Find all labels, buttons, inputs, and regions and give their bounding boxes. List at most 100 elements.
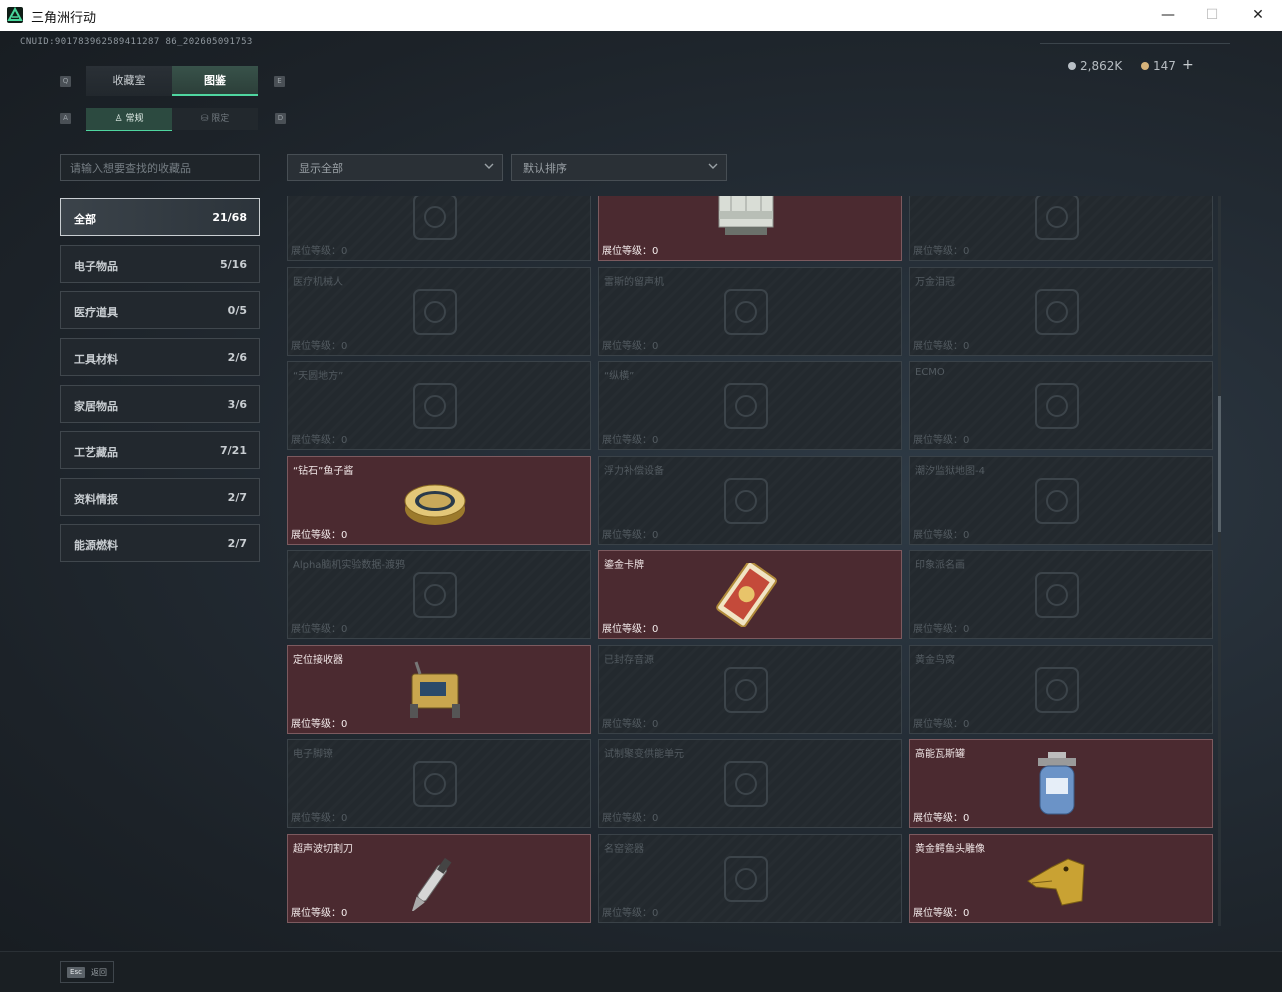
item-name: “钻石”鱼子酱 bbox=[293, 466, 354, 477]
item-name: 印象派名画 bbox=[915, 560, 965, 571]
battery-icon bbox=[711, 752, 781, 816]
collection-item-card[interactable]: 试制聚变供能单元 展位等级：0 bbox=[598, 739, 902, 828]
booth-level-label: 展位等级：0 bbox=[913, 435, 970, 446]
record-icon bbox=[711, 658, 781, 722]
collection-item-card[interactable]: 展位等级：0 bbox=[598, 196, 902, 261]
category-count: 3/6 bbox=[227, 398, 247, 411]
category-count: 2/6 bbox=[227, 351, 247, 364]
subtab-regular[interactable]: ♙ 常规 bbox=[86, 108, 172, 131]
booth-level-label: 展位等级：0 bbox=[913, 246, 970, 257]
sort-dropdown[interactable]: 默认排序 bbox=[511, 154, 727, 181]
header-divider bbox=[1040, 43, 1230, 44]
collection-item-card[interactable]: 超声波切割刀 展位等级：0 bbox=[287, 834, 591, 923]
collection-item-card[interactable]: 潮汐监狱地图-4 展位等级：0 bbox=[909, 456, 1213, 545]
booth-level-label: 展位等级：0 bbox=[913, 530, 970, 541]
collection-item-card[interactable]: 黄金鳄鱼头雕像 展位等级：0 bbox=[909, 834, 1213, 923]
collection-item-card[interactable]: 电子脚镣 展位等级：0 bbox=[287, 739, 591, 828]
item-name: Alpha脑机实验数据-渡鸦 bbox=[293, 560, 406, 571]
item-name: 超声波切割刀 bbox=[293, 844, 353, 855]
category-intel[interactable]: 资料情报 2/7 bbox=[60, 478, 260, 516]
close-button[interactable]: ✕ bbox=[1235, 0, 1281, 31]
prev-subtab-key: A bbox=[60, 113, 71, 124]
collection-item-card[interactable]: Alpha脑机实验数据-渡鸦 展位等级：0 bbox=[287, 550, 591, 639]
gold-coin-icon bbox=[1141, 62, 1149, 70]
collection-item-card[interactable]: “钻石”鱼子酱 展位等级：0 bbox=[287, 456, 591, 545]
collection-item-card[interactable]: 医疗机械人 展位等级：0 bbox=[287, 267, 591, 356]
category-all[interactable]: 全部 21/68 bbox=[60, 198, 260, 236]
game-screen: CNUID:901783962589411287 86_202605091753… bbox=[0, 31, 1282, 992]
item-name: 万金泪冠 bbox=[915, 277, 955, 288]
collection-item-card[interactable]: 浮力补偿设备 展位等级：0 bbox=[598, 456, 902, 545]
booth-level-label: 展位等级：0 bbox=[913, 624, 970, 635]
item-name: 医疗机械人 bbox=[293, 277, 343, 288]
receiver-icon bbox=[400, 658, 470, 722]
item-name: 已封存音源 bbox=[604, 655, 654, 666]
next-subtab-key: D bbox=[275, 113, 286, 124]
category-household[interactable]: 家居物品 3/6 bbox=[60, 385, 260, 423]
nest-icon bbox=[1022, 658, 1092, 722]
footer-bar bbox=[0, 951, 1282, 992]
maximize-button[interactable]: ☐ bbox=[1189, 0, 1235, 31]
limited-icon: ⛁ bbox=[200, 114, 212, 124]
collection-item-card[interactable]: “天圆地方” 展位等级：0 bbox=[287, 361, 591, 450]
booth-level-label: 展位等级：0 bbox=[602, 435, 659, 446]
category-label: 资料情报 bbox=[74, 493, 118, 506]
booth-level-label: 展位等级：0 bbox=[602, 341, 659, 352]
category-medical[interactable]: 医疗道具 0/5 bbox=[60, 291, 260, 329]
silver-coin-icon bbox=[1068, 62, 1076, 70]
collection-item-card[interactable]: “纵横” 展位等级：0 bbox=[598, 361, 902, 450]
booth-level-label: 展位等级：0 bbox=[913, 341, 970, 352]
tab-catalog[interactable]: 图鉴 bbox=[172, 66, 258, 96]
collection-item-card[interactable]: 定位接收器 展位等级：0 bbox=[287, 645, 591, 734]
item-name: ECMO bbox=[915, 367, 945, 378]
collection-item-card[interactable]: 展位等级：0 bbox=[909, 196, 1213, 261]
item-name: “天圆地方” bbox=[293, 371, 344, 382]
painting-icon bbox=[1022, 563, 1092, 627]
category-electronics[interactable]: 电子物品 5/16 bbox=[60, 245, 260, 283]
crown-icon bbox=[1022, 280, 1092, 344]
add-currency-button[interactable]: + bbox=[1182, 57, 1194, 73]
collection-item-card[interactable]: 展位等级：0 bbox=[287, 196, 591, 261]
subtab-limited[interactable]: ⛁ 限定 bbox=[172, 108, 258, 130]
category-label: 电子物品 bbox=[74, 260, 118, 273]
category-tools[interactable]: 工具材料 2/6 bbox=[60, 338, 260, 376]
item-name: 浮力补偿设备 bbox=[604, 466, 664, 477]
globe-icon bbox=[400, 374, 470, 438]
category-count: 7/21 bbox=[220, 444, 247, 457]
scrollbar-thumb[interactable] bbox=[1218, 396, 1221, 532]
search-input[interactable]: 请输入想要查找的收藏品 bbox=[60, 154, 260, 181]
grid-scrollbar[interactable] bbox=[1218, 196, 1221, 926]
esc-key: Esc bbox=[67, 967, 85, 978]
collection-item-card[interactable]: 印象派名画展位等级：0 bbox=[909, 550, 1213, 639]
collection-item-card[interactable]: 黄金鸟窝 展位等级：0 bbox=[909, 645, 1213, 734]
chess-icon bbox=[711, 374, 781, 438]
collection-item-card[interactable]: 已封存音源 展位等级：0 bbox=[598, 645, 902, 734]
booth-level-label: 展位等级：0 bbox=[291, 719, 348, 730]
collection-item-card[interactable]: 雷斯的留声机 展位等级：0 bbox=[598, 267, 902, 356]
item-name: “纵横” bbox=[604, 371, 635, 382]
collection-item-card[interactable]: 名窑瓷器 展位等级：0 bbox=[598, 834, 902, 923]
back-button[interactable]: Esc 返回 bbox=[60, 961, 114, 983]
regular-icon: ♙ bbox=[114, 114, 126, 124]
category-count: 2/7 bbox=[227, 537, 247, 550]
collection-grid: 展位等级：0 展位等级：0 展位等级：0 医疗机械人 展位等级：0 雷斯的留声机 展位等级：… bbox=[287, 196, 1213, 926]
booth-level-label: 展位等级：0 bbox=[291, 530, 348, 541]
collection-item-card[interactable]: 鎏金卡牌 展位等级：0 bbox=[598, 550, 902, 639]
subtab-regular-label: 常规 bbox=[125, 114, 144, 124]
category-energy[interactable]: 能源燃料 2/7 bbox=[60, 524, 260, 562]
drive-icon bbox=[400, 563, 470, 627]
silver-amount: 2,862K bbox=[1080, 59, 1123, 73]
item-name: 雷斯的留声机 bbox=[604, 277, 664, 288]
chevron-down-icon bbox=[484, 163, 494, 169]
category-count: 0/5 bbox=[227, 304, 247, 317]
app-logo-icon bbox=[7, 7, 23, 23]
gas-canister-icon bbox=[1022, 752, 1092, 816]
tab-collection-room[interactable]: 收藏室 bbox=[86, 66, 172, 96]
minimize-button[interactable]: — bbox=[1145, 0, 1191, 31]
collection-item-card[interactable]: 万金泪冠展位等级：0 bbox=[909, 267, 1213, 356]
collection-item-card[interactable]: 高能瓦斯罐 展位等级：0 bbox=[909, 739, 1213, 828]
category-label: 能源燃料 bbox=[74, 539, 118, 552]
collection-item-card[interactable]: ECMO 展位等级：0 bbox=[909, 361, 1213, 450]
category-crafts[interactable]: 工艺藏品 7/21 bbox=[60, 431, 260, 469]
filter-dropdown[interactable]: 显示全部 bbox=[287, 154, 503, 181]
